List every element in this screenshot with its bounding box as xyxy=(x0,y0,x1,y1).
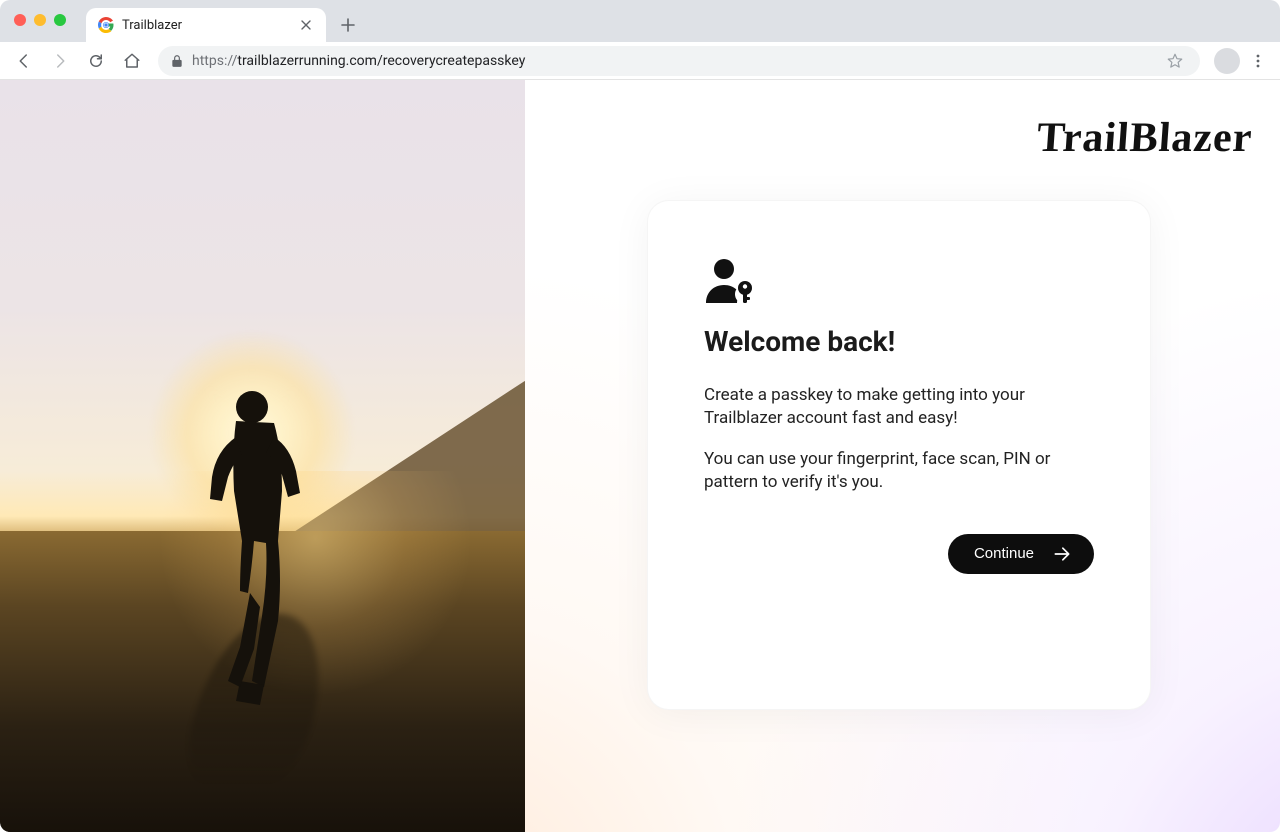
continue-button[interactable]: Continue xyxy=(948,534,1094,574)
tab-favicon-icon xyxy=(98,17,114,33)
nav-forward-button[interactable] xyxy=(44,45,76,77)
browser-toolbar: https://trailblazerrunning.com/recoveryc… xyxy=(0,42,1280,80)
window-close-button[interactable] xyxy=(14,14,26,26)
lock-icon xyxy=(170,54,184,68)
tab-strip: Trailblazer xyxy=(0,0,1280,42)
card-paragraph-2: You can use your fingerprint, face scan,… xyxy=(704,448,1094,494)
nav-home-button[interactable] xyxy=(116,45,148,77)
tab-title: Trailblazer xyxy=(122,18,290,33)
nav-reload-button[interactable] xyxy=(80,45,112,77)
page-root: TrailBlazer Welcome back! Create xyxy=(0,80,1280,832)
card-heading: Welcome back! xyxy=(704,325,1094,358)
nav-back-button[interactable] xyxy=(8,45,40,77)
url-scheme: https:// xyxy=(192,53,237,69)
profile-avatar-button[interactable] xyxy=(1214,48,1240,74)
tabs-row: Trailblazer xyxy=(86,0,362,42)
continue-button-label: Continue xyxy=(974,545,1034,562)
address-text: https://trailblazerrunning.com/recoveryc… xyxy=(192,53,1158,69)
passkey-card: Welcome back! Create a passkey to make g… xyxy=(647,200,1151,710)
window-zoom-button[interactable] xyxy=(54,14,66,26)
browser-tab-active[interactable]: Trailblazer xyxy=(86,8,326,42)
tab-close-button[interactable] xyxy=(298,17,314,33)
new-tab-button[interactable] xyxy=(334,11,362,39)
runner-silhouette-icon xyxy=(182,381,322,711)
address-bar[interactable]: https://trailblazerrunning.com/recoveryc… xyxy=(158,46,1200,76)
card-paragraph-1: Create a passkey to make getting into yo… xyxy=(704,384,1094,430)
browser-menu-button[interactable] xyxy=(1244,47,1272,75)
person-passkey-icon xyxy=(704,257,754,303)
arrow-right-icon xyxy=(1052,544,1072,564)
hero-image xyxy=(0,80,525,832)
url-path: trailblazerrunning.com/recoverycreatepas… xyxy=(237,53,525,69)
page-viewport: TrailBlazer Welcome back! Create xyxy=(0,80,1280,832)
browser-window: Trailblazer htt xyxy=(0,0,1280,832)
window-minimize-button[interactable] xyxy=(34,14,46,26)
content-panel: TrailBlazer Welcome back! Create xyxy=(525,80,1280,832)
window-controls xyxy=(14,14,66,26)
brand-logo: TrailBlazer xyxy=(1035,114,1254,162)
bookmark-star-icon[interactable] xyxy=(1166,52,1184,70)
